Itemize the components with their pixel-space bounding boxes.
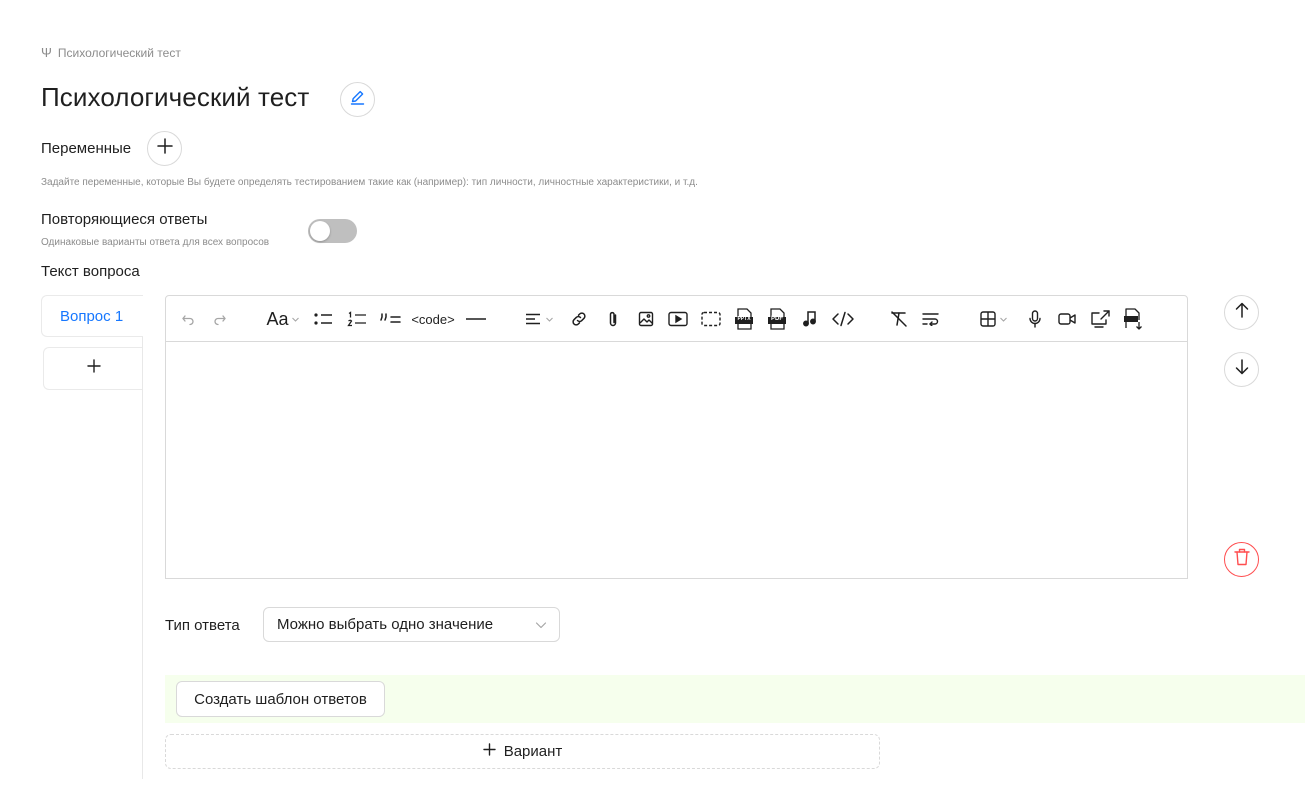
- camera-icon[interactable]: [1056, 296, 1078, 342]
- question-tab[interactable]: Вопрос 1: [41, 295, 143, 337]
- redo-icon[interactable]: [211, 296, 229, 342]
- plus-icon: [483, 743, 496, 760]
- variables-label: Переменные: [41, 140, 132, 157]
- pptx-label: PPTX: [737, 316, 751, 322]
- clear-format-icon[interactable]: [888, 296, 910, 342]
- page-title: Психологический тест: [41, 82, 310, 112]
- pdf-label: PDF: [771, 316, 783, 322]
- repeat-answers-toggle[interactable]: [308, 219, 357, 243]
- table-dropdown[interactable]: [976, 296, 1012, 342]
- pdf-icon[interactable]: PDF: [766, 296, 788, 342]
- image-icon[interactable]: [635, 296, 657, 342]
- answer-type-select[interactable]: Можно выбрать одно значение: [263, 607, 560, 642]
- undo-icon[interactable]: [179, 296, 197, 342]
- add-variant-label: Вариант: [503, 743, 563, 760]
- add-variable-button[interactable]: [147, 131, 182, 166]
- microphone-icon[interactable]: [1024, 296, 1046, 342]
- add-question-button[interactable]: [43, 347, 143, 390]
- delete-question-button[interactable]: [1224, 542, 1259, 577]
- answer-type-label: Тип ответа: [165, 617, 240, 634]
- breadcrumb: Ψ Психологический тест: [41, 45, 181, 60]
- video-icon[interactable]: [667, 296, 689, 342]
- numbered-list-icon[interactable]: [346, 296, 368, 342]
- download-file-icon[interactable]: [1122, 296, 1144, 342]
- pptx-icon[interactable]: PPTX: [733, 296, 755, 342]
- plus-icon: [156, 138, 173, 159]
- audio-icon[interactable]: [799, 296, 821, 342]
- arrow-up-icon: [1234, 302, 1250, 323]
- pencil-icon: [349, 89, 366, 111]
- font-size-label: Aa: [266, 308, 289, 329]
- psi-icon: Ψ: [41, 45, 52, 60]
- link-icon[interactable]: [568, 296, 590, 342]
- bullet-list-icon[interactable]: [312, 296, 334, 342]
- chevron-down-icon: [535, 618, 547, 635]
- editor-toolbar: Aa <code> PPTX PDF: [166, 296, 1187, 342]
- html-source-icon[interactable]: [830, 296, 856, 342]
- divider: [142, 337, 143, 779]
- move-up-button[interactable]: [1224, 295, 1259, 330]
- attachment-icon[interactable]: [602, 296, 624, 342]
- embed-frame-icon[interactable]: [700, 296, 722, 342]
- edit-title-button[interactable]: [340, 82, 375, 117]
- arrow-down-icon: [1234, 359, 1250, 380]
- editor-content-area[interactable]: [166, 342, 1187, 579]
- toggle-knob: [310, 221, 330, 241]
- variables-hint: Задайте переменные, которые Вы будете оп…: [41, 177, 698, 188]
- external-link-icon[interactable]: [1089, 296, 1111, 342]
- text-wrap-icon[interactable]: [920, 296, 942, 342]
- horizontal-rule-icon[interactable]: [464, 296, 488, 342]
- answer-type-value: Можно выбрать одно значение: [277, 616, 494, 633]
- align-dropdown[interactable]: [521, 296, 557, 342]
- plus-icon: [86, 359, 101, 378]
- breadcrumb-label[interactable]: Психологический тест: [58, 46, 181, 60]
- repeat-answers-label: Повторяющиеся ответы: [41, 211, 208, 228]
- code-icon[interactable]: <code>: [411, 296, 455, 342]
- create-answers-template-button[interactable]: Создать шаблон ответов: [176, 681, 385, 717]
- font-size-dropdown[interactable]: Aa: [264, 296, 302, 342]
- blockquote-icon[interactable]: [378, 296, 402, 342]
- add-variant-button[interactable]: Вариант: [165, 734, 880, 769]
- repeat-answers-hint: Одинаковые варианты ответа для всех вопр…: [41, 237, 270, 248]
- question-text-label: Текст вопроса: [41, 263, 140, 280]
- trash-icon: [1233, 548, 1250, 571]
- move-down-button[interactable]: [1224, 352, 1259, 387]
- rich-text-editor: Aa <code> PPTX PDF: [165, 295, 1188, 579]
